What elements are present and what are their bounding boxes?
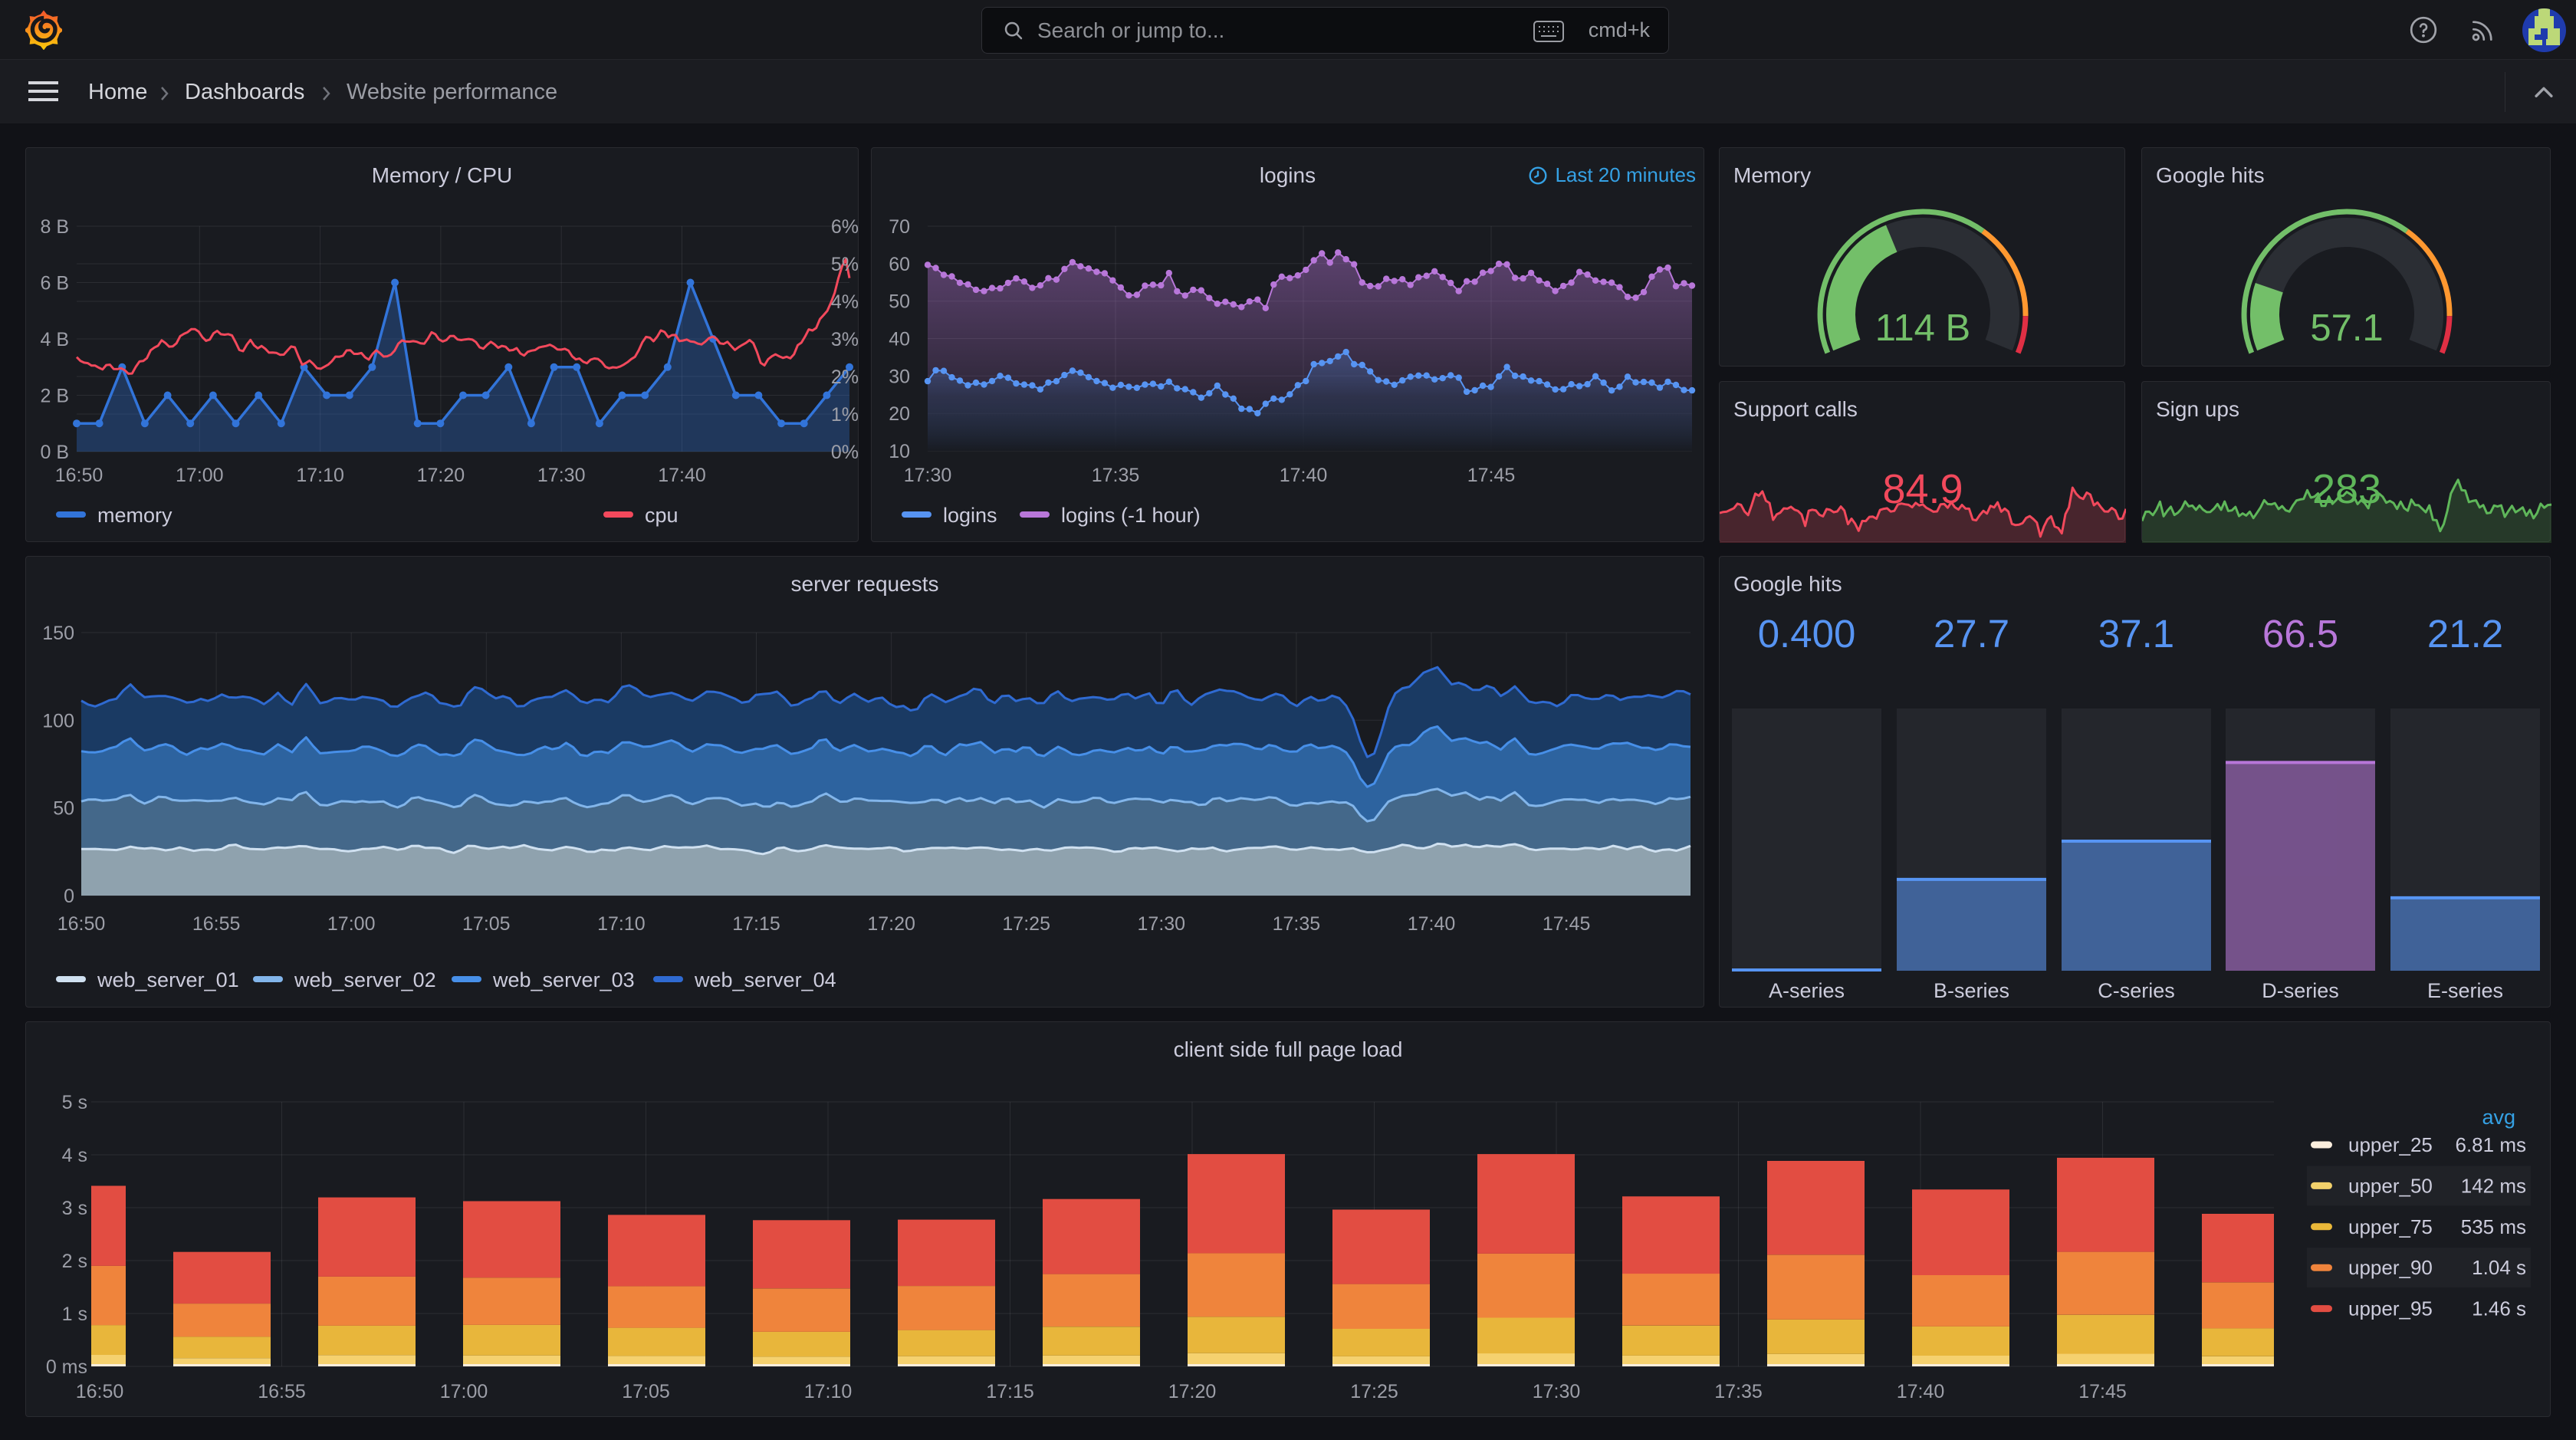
svg-text:6.81 ms: 6.81 ms: [2456, 1133, 2527, 1156]
svg-text:17:05: 17:05: [462, 913, 511, 935]
svg-text:0 B: 0 B: [40, 442, 69, 463]
svg-text:17:40: 17:40: [1408, 913, 1456, 935]
svg-text:150: 150: [42, 623, 74, 644]
svg-text:16:50: 16:50: [76, 1381, 124, 1402]
svg-text:2 B: 2 B: [40, 386, 69, 407]
svg-text:30: 30: [889, 366, 910, 387]
svg-text:D-series: D-series: [2262, 979, 2339, 1002]
svg-text:logins (-1 hour): logins (-1 hour): [1061, 504, 1201, 527]
svg-text:50: 50: [889, 291, 910, 313]
svg-text:17:20: 17:20: [867, 913, 915, 935]
svg-text:17:35: 17:35: [1714, 1381, 1763, 1402]
svg-text:17:05: 17:05: [622, 1381, 670, 1402]
svg-text:100: 100: [42, 710, 74, 732]
svg-text:84.9: 84.9: [1882, 466, 1963, 512]
svg-text:4 s: 4 s: [62, 1145, 87, 1166]
svg-text:50: 50: [53, 798, 74, 820]
svg-text:1.46 s: 1.46 s: [2472, 1297, 2526, 1320]
svg-text:2%: 2%: [831, 367, 859, 388]
svg-text:2 s: 2 s: [62, 1251, 87, 1272]
svg-text:20: 20: [889, 403, 910, 425]
svg-text:16:50: 16:50: [55, 465, 104, 486]
svg-text:0%: 0%: [831, 442, 859, 463]
svg-text:27.7: 27.7: [1934, 612, 2009, 656]
svg-text:6 B: 6 B: [40, 273, 69, 294]
svg-text:avg: avg: [2482, 1106, 2515, 1129]
svg-text:0: 0: [64, 886, 74, 907]
svg-text:21.2: 21.2: [2427, 612, 2503, 656]
svg-text:17:30: 17:30: [1138, 913, 1186, 935]
svg-text:upper_25: upper_25: [2348, 1133, 2433, 1156]
svg-text:B-series: B-series: [1934, 979, 2009, 1002]
svg-text:17:00: 17:00: [440, 1381, 488, 1402]
svg-text:3 s: 3 s: [62, 1198, 87, 1219]
svg-text:6%: 6%: [831, 216, 859, 238]
svg-text:535 ms: 535 ms: [2461, 1215, 2526, 1238]
svg-text:17:00: 17:00: [327, 913, 376, 935]
svg-text:1 s: 1 s: [62, 1304, 87, 1325]
svg-text:17:00: 17:00: [176, 465, 224, 486]
svg-text:17:30: 17:30: [537, 465, 586, 486]
svg-text:5 s: 5 s: [62, 1092, 87, 1113]
svg-text:0.400: 0.400: [1758, 612, 1856, 656]
svg-text:A-series: A-series: [1769, 979, 1845, 1002]
svg-text:70: 70: [889, 216, 910, 238]
svg-text:17:15: 17:15: [732, 913, 780, 935]
svg-text:17:30: 17:30: [1533, 1381, 1581, 1402]
svg-text:3%: 3%: [831, 329, 859, 350]
svg-text:142 ms: 142 ms: [2461, 1174, 2526, 1197]
svg-text:17:40: 17:40: [658, 465, 706, 486]
svg-text:upper_90: upper_90: [2348, 1256, 2433, 1279]
svg-text:17:40: 17:40: [1897, 1381, 1945, 1402]
svg-text:17:45: 17:45: [1543, 913, 1591, 935]
svg-text:memory: memory: [97, 504, 172, 527]
svg-text:17:25: 17:25: [1002, 913, 1050, 935]
svg-text:E-series: E-series: [2427, 979, 2503, 1002]
svg-text:60: 60: [889, 254, 910, 275]
svg-text:web_server_02: web_server_02: [294, 968, 436, 991]
svg-text:web_server_03: web_server_03: [492, 968, 635, 991]
svg-text:5%: 5%: [831, 254, 859, 275]
svg-text:4 B: 4 B: [40, 329, 69, 350]
svg-text:web_server_04: web_server_04: [694, 968, 836, 991]
svg-text:17:10: 17:10: [804, 1381, 853, 1402]
svg-text:17:40: 17:40: [1280, 465, 1328, 486]
svg-text:17:35: 17:35: [1273, 913, 1321, 935]
svg-text:1.04 s: 1.04 s: [2472, 1256, 2526, 1279]
svg-text:10: 10: [889, 441, 910, 462]
svg-text:web_server_01: web_server_01: [97, 968, 239, 991]
svg-text:upper_75: upper_75: [2348, 1215, 2433, 1238]
svg-text:57.1: 57.1: [2310, 307, 2383, 349]
svg-text:upper_50: upper_50: [2348, 1174, 2433, 1197]
svg-text:17:20: 17:20: [1168, 1381, 1217, 1402]
svg-text:8 B: 8 B: [40, 216, 69, 238]
svg-text:40: 40: [889, 329, 910, 350]
svg-text:17:10: 17:10: [296, 465, 344, 486]
svg-text:cpu: cpu: [645, 504, 678, 527]
svg-text:4%: 4%: [831, 291, 859, 313]
svg-text:upper_95: upper_95: [2348, 1297, 2433, 1320]
svg-text:C-series: C-series: [2098, 979, 2175, 1002]
svg-text:66.5: 66.5: [2262, 612, 2338, 656]
svg-text:114 B: 114 B: [1875, 307, 1970, 349]
svg-text:17:35: 17:35: [1092, 465, 1140, 486]
svg-text:17:45: 17:45: [1467, 465, 1516, 486]
svg-text:17:30: 17:30: [904, 465, 952, 486]
svg-text:17:25: 17:25: [1350, 1381, 1398, 1402]
svg-text:logins: logins: [943, 504, 997, 527]
svg-text:1%: 1%: [831, 404, 859, 426]
svg-text:17:20: 17:20: [417, 465, 465, 486]
svg-text:17:10: 17:10: [597, 913, 646, 935]
svg-text:0 ms: 0 ms: [46, 1356, 87, 1378]
svg-text:17:45: 17:45: [2078, 1381, 2127, 1402]
svg-text:283: 283: [2312, 466, 2381, 512]
svg-text:37.1: 37.1: [2098, 612, 2174, 656]
svg-text:16:50: 16:50: [58, 913, 106, 935]
svg-text:16:55: 16:55: [258, 1381, 306, 1402]
svg-text:17:15: 17:15: [986, 1381, 1034, 1402]
svg-text:16:55: 16:55: [192, 913, 241, 935]
